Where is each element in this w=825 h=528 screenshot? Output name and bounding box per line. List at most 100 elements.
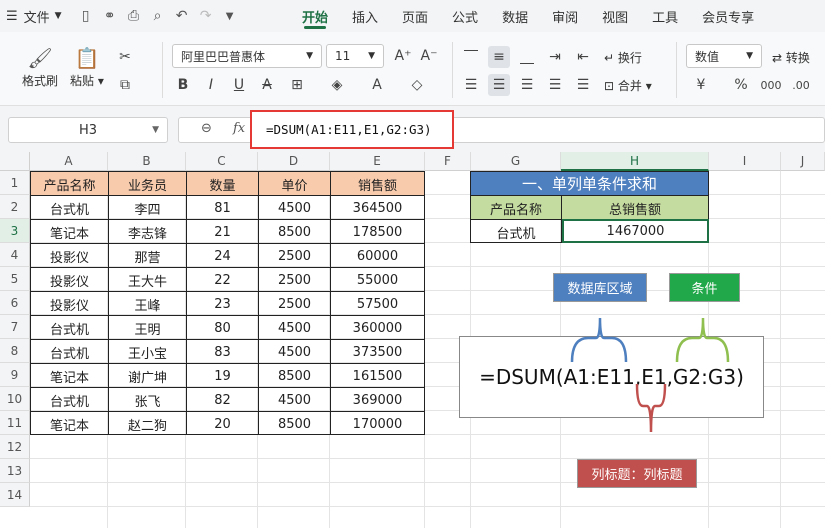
table-cell[interactable]: 谢广坤: [109, 364, 186, 388]
align-bottom-icon[interactable]: ⎽: [516, 46, 538, 68]
align-middle-icon[interactable]: ≡: [488, 46, 510, 68]
merge-button[interactable]: ⊡ 合并 ▾: [604, 77, 652, 94]
font-size-select[interactable]: 11 ▼: [326, 44, 384, 68]
table-cell[interactable]: 王明: [109, 316, 186, 340]
zoom-icon[interactable]: ⊖: [201, 121, 212, 136]
comma-style-icon[interactable]: 000: [760, 74, 782, 96]
row-header[interactable]: 6: [0, 291, 30, 315]
select-all-corner[interactable]: [0, 152, 30, 171]
indent-icon[interactable]: ⇥: [544, 46, 566, 68]
criteria-header-product[interactable]: 产品名称: [471, 196, 561, 220]
table-cell[interactable]: 李四: [109, 196, 186, 220]
row-header[interactable]: 11: [0, 411, 30, 435]
underline-icon[interactable]: U: [228, 74, 250, 96]
table-cell[interactable]: 23: [187, 292, 258, 316]
strikethrough-icon[interactable]: A: [256, 74, 278, 96]
percent-icon[interactable]: %: [730, 74, 752, 96]
table-cell[interactable]: 4500: [259, 196, 330, 220]
outdent-icon[interactable]: ⇤: [572, 46, 594, 68]
table-cell[interactable]: 2500: [259, 268, 330, 292]
column-header-e[interactable]: E: [330, 152, 425, 171]
cut-icon[interactable]: ✂: [114, 46, 136, 68]
table-cell[interactable]: 22: [187, 268, 258, 292]
table-cell[interactable]: 8500: [259, 364, 330, 388]
table-cell[interactable]: 台式机: [31, 388, 108, 412]
increase-font-icon[interactable]: A⁺: [392, 45, 414, 67]
table-header-cell[interactable]: 产品名称: [31, 172, 108, 196]
table-cell[interactable]: 83: [187, 340, 258, 364]
tab-home[interactable]: 开始: [290, 0, 340, 32]
table-cell[interactable]: 360000: [331, 316, 424, 340]
table-cell[interactable]: 57500: [331, 292, 424, 316]
column-header-b[interactable]: B: [108, 152, 186, 171]
share-icon[interactable]: ⚭: [98, 0, 122, 32]
font-name-select[interactable]: 阿里巴巴普惠体 ▼: [172, 44, 322, 68]
paste-button[interactable]: 📋 粘贴 ▾: [70, 44, 104, 89]
main-menu-button[interactable]: ☰ 文件 ▼: [0, 0, 68, 32]
column-header-j[interactable]: J: [781, 152, 825, 171]
row-header[interactable]: 12: [0, 435, 30, 459]
fill-color-icon[interactable]: ◈: [326, 74, 348, 96]
row-header[interactable]: 13: [0, 459, 30, 483]
table-cell[interactable]: 20: [187, 412, 258, 436]
tab-view[interactable]: 视图: [590, 0, 640, 32]
print-preview-icon[interactable]: ⌕: [146, 0, 170, 32]
tab-formulas[interactable]: 公式: [440, 0, 490, 32]
table-cell[interactable]: 81: [187, 196, 258, 220]
table-cell[interactable]: 笔记本: [31, 412, 108, 436]
criteria-value-product[interactable]: 台式机: [471, 220, 561, 244]
row-header[interactable]: 2: [0, 195, 30, 219]
row-header[interactable]: 4: [0, 243, 30, 267]
table-cell[interactable]: 台式机: [31, 316, 108, 340]
more-chevron-icon[interactable]: ▼: [218, 0, 242, 32]
table-cell[interactable]: 那营: [109, 244, 186, 268]
column-header-c[interactable]: C: [186, 152, 258, 171]
table-cell[interactable]: 李志锋: [109, 220, 186, 244]
table-cell[interactable]: 60000: [331, 244, 424, 268]
row-header[interactable]: 1: [0, 171, 30, 195]
column-header-d[interactable]: D: [258, 152, 330, 171]
table-cell[interactable]: 373500: [331, 340, 424, 364]
increase-decimal-icon[interactable]: .00: [790, 74, 812, 96]
table-cell[interactable]: 369000: [331, 388, 424, 412]
table-cell[interactable]: 投影仪: [31, 292, 108, 316]
table-cell[interactable]: 王峰: [109, 292, 186, 316]
print-icon[interactable]: ⎙: [122, 0, 146, 32]
table-cell[interactable]: 8500: [259, 412, 330, 436]
currency-icon[interactable]: ¥: [690, 74, 712, 96]
table-cell[interactable]: 4500: [259, 316, 330, 340]
table-cell[interactable]: 张飞: [109, 388, 186, 412]
table-cell[interactable]: 2500: [259, 244, 330, 268]
undo-icon[interactable]: ↶: [170, 0, 194, 32]
bold-icon[interactable]: B: [172, 74, 194, 96]
table-header-cell[interactable]: 数量: [187, 172, 258, 196]
row-header[interactable]: 8: [0, 339, 30, 363]
table-cell[interactable]: 赵二狗: [109, 412, 186, 436]
tab-tools[interactable]: 工具: [640, 0, 690, 32]
decrease-font-icon[interactable]: A⁻: [418, 45, 440, 67]
row-header[interactable]: 3: [0, 219, 30, 243]
table-cell[interactable]: 投影仪: [31, 244, 108, 268]
column-header-i[interactable]: I: [709, 152, 781, 171]
name-box[interactable]: H3 ▼: [8, 117, 168, 143]
selected-cell-h3[interactable]: 1467000: [562, 219, 709, 243]
row-header[interactable]: 7: [0, 315, 30, 339]
column-header-g[interactable]: G: [471, 152, 561, 171]
table-header-cell[interactable]: 单价: [259, 172, 330, 196]
table-cell[interactable]: 台式机: [31, 340, 108, 364]
table-header-cell[interactable]: 销售额: [331, 172, 424, 196]
column-header-f[interactable]: F: [425, 152, 471, 171]
save-icon[interactable]: ▯: [74, 0, 98, 32]
font-color-icon[interactable]: A: [366, 74, 388, 96]
table-cell[interactable]: 161500: [331, 364, 424, 388]
table-cell[interactable]: 2500: [259, 292, 330, 316]
table-cell[interactable]: 24: [187, 244, 258, 268]
table-cell[interactable]: 82: [187, 388, 258, 412]
align-right-icon[interactable]: ☰: [516, 74, 538, 96]
formula-text[interactable]: =DSUM(A1:E11,E1,G2:G3): [266, 122, 432, 137]
copy-icon[interactable]: ⧉: [114, 74, 136, 96]
tab-insert[interactable]: 插入: [340, 0, 390, 32]
table-cell[interactable]: 170000: [331, 412, 424, 436]
row-header[interactable]: 14: [0, 483, 30, 507]
clear-format-icon[interactable]: ◇: [406, 74, 428, 96]
